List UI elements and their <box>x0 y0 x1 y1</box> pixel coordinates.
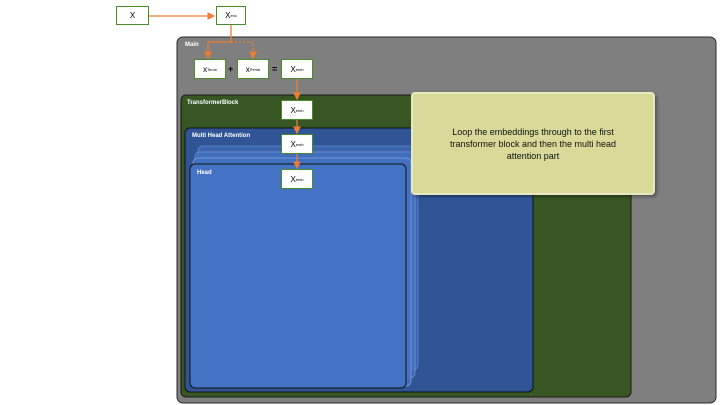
node-x-enc-sub: enc <box>230 13 237 18</box>
node-x-text: X <box>129 11 136 20</box>
plus-operator: + <box>228 64 234 74</box>
node-x-emb-sum-sub: emb <box>295 66 304 72</box>
node-x-emb-head: Xemb <box>281 169 313 189</box>
node-x-emb-block-sub: emb <box>295 107 304 113</box>
main-label: Main <box>185 42 199 48</box>
transformer-block-label: TransformerBlock <box>187 100 239 106</box>
equals-operator: = <box>272 64 278 74</box>
node-x-emb-sum: Xemb <box>281 59 313 79</box>
node-x-temb-sub: Temb <box>207 66 217 72</box>
diagram-canvas <box>149 12 717 404</box>
head-label: Head <box>197 170 212 176</box>
node-x-pemb-sub: Pemb <box>249 66 261 72</box>
multi-head-attention-label: Multi Head Attention <box>192 133 251 139</box>
node-x-enc: Xenc <box>216 6 246 25</box>
node-x-emb-head-sub: emb <box>295 176 304 182</box>
annotation-note-text: Loop the embeddings through to the first… <box>449 126 617 161</box>
node-x-emb-block: Xemb <box>281 100 313 120</box>
node-x-emb-mha: Xemb <box>281 134 313 154</box>
node-x-temb: x Temb <box>194 59 226 79</box>
annotation-note: Loop the embeddings through to the first… <box>411 92 655 195</box>
node-x: X <box>116 6 149 25</box>
node-x-pemb: x Pemb <box>237 59 269 79</box>
node-x-emb-mha-sub: emb <box>295 141 304 147</box>
head-region <box>189 163 407 389</box>
